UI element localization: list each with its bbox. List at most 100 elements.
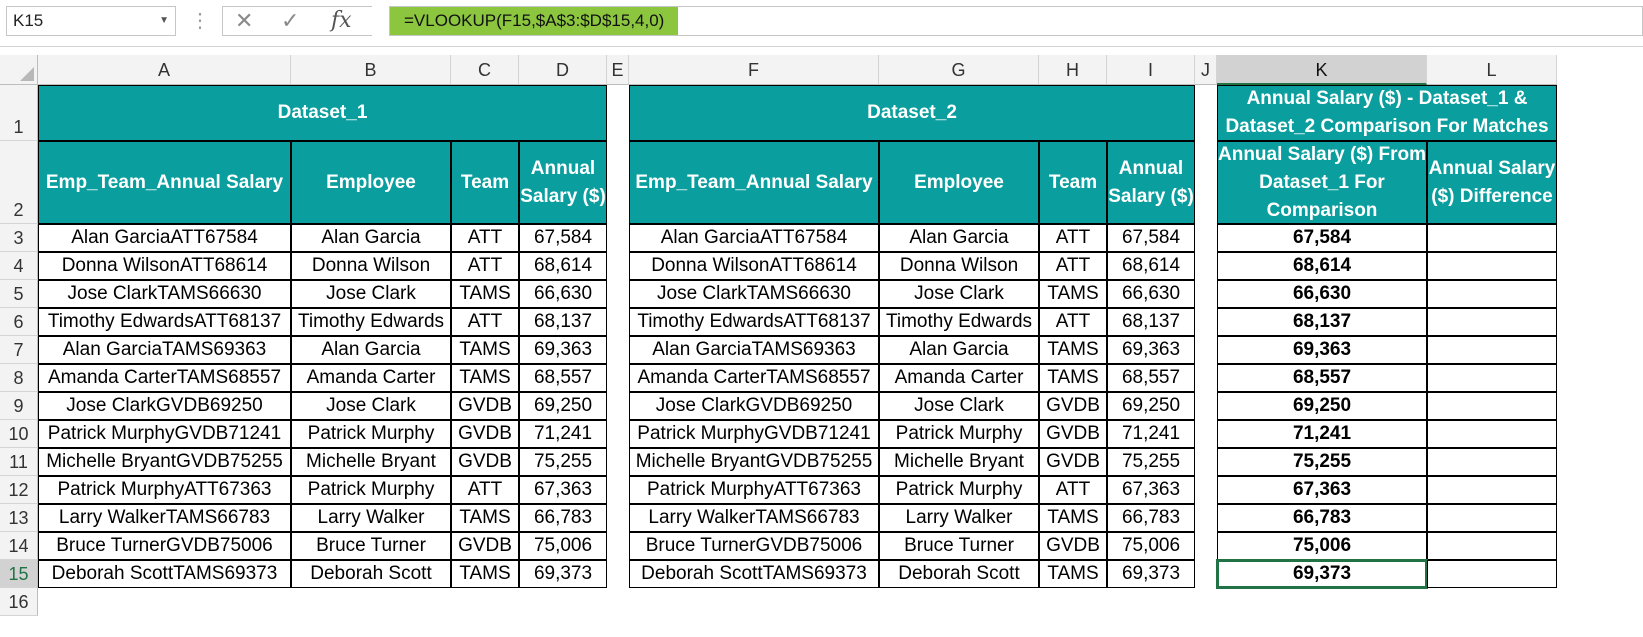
dataset2-cell[interactable]: Larry WalkerTAMS66783 xyxy=(629,504,879,532)
dataset1-cell[interactable]: TAMS xyxy=(451,336,519,364)
comparison-cell-difference[interactable] xyxy=(1427,224,1557,252)
dataset2-cell[interactable]: Alan Garcia xyxy=(879,224,1039,252)
dataset1-cell[interactable]: ATT xyxy=(451,224,519,252)
row-header-7[interactable]: 7 xyxy=(0,336,38,364)
dataset1-cell[interactable]: Patrick MurphyATT67363 xyxy=(38,476,291,504)
column-header-f[interactable]: F xyxy=(629,55,879,85)
dataset1-cell[interactable]: Michelle BryantGVDB75255 xyxy=(38,448,291,476)
name-box[interactable]: K15 ▼ xyxy=(6,6,176,36)
dataset2-cell[interactable]: Patrick Murphy xyxy=(879,476,1039,504)
dataset2-cell[interactable]: GVDB xyxy=(1039,532,1107,560)
comparison-cell-from-dataset1[interactable]: 75,006 xyxy=(1217,532,1427,560)
dataset1-cell[interactable]: Amanda CarterTAMS68557 xyxy=(38,364,291,392)
dataset1-cell[interactable]: Alan GarciaATT67584 xyxy=(38,224,291,252)
dataset1-cell[interactable]: ATT xyxy=(451,308,519,336)
row-header-16[interactable]: 16 xyxy=(0,588,38,616)
comparison-header-difference[interactable]: Annual Salary ($) Difference xyxy=(1427,141,1557,224)
dataset2-cell[interactable]: TAMS xyxy=(1039,336,1107,364)
dataset1-cell[interactable]: Timothy EdwardsATT68137 xyxy=(38,308,291,336)
dataset2-cell[interactable]: 68,137 xyxy=(1107,308,1195,336)
dataset1-cell[interactable]: 71,241 xyxy=(519,420,607,448)
dataset2-cell[interactable]: ATT xyxy=(1039,308,1107,336)
dataset2-cell[interactable]: ATT xyxy=(1039,476,1107,504)
dataset1-cell[interactable]: Patrick Murphy xyxy=(291,420,451,448)
dataset2-cell[interactable]: TAMS xyxy=(1039,560,1107,588)
dataset2-cell[interactable]: TAMS xyxy=(1039,280,1107,308)
comparison-header-from-dataset1[interactable]: Annual Salary ($) From Dataset_1 For Com… xyxy=(1217,141,1427,224)
dataset1-cell[interactable]: Donna WilsonATT68614 xyxy=(38,252,291,280)
comparison-cell-difference[interactable] xyxy=(1427,308,1557,336)
dataset1-cell[interactable]: TAMS xyxy=(451,364,519,392)
comparison-cell-difference[interactable] xyxy=(1427,392,1557,420)
row-header-6[interactable]: 6 xyxy=(0,308,38,336)
dataset1-cell[interactable]: Deborah Scott xyxy=(291,560,451,588)
dataset2-cell[interactable]: Alan GarciaTAMS69363 xyxy=(629,336,879,364)
dataset2-cell[interactable]: Amanda CarterTAMS68557 xyxy=(629,364,879,392)
dataset1-cell[interactable]: 68,614 xyxy=(519,252,607,280)
comparison-cell-from-dataset1[interactable]: 71,241 xyxy=(1217,420,1427,448)
dataset1-cell[interactable]: Amanda Carter xyxy=(291,364,451,392)
dataset1-cell[interactable]: 75,255 xyxy=(519,448,607,476)
dataset2-cell[interactable]: GVDB xyxy=(1039,448,1107,476)
row-header-13[interactable]: 13 xyxy=(0,504,38,532)
select-all-button[interactable] xyxy=(0,55,38,85)
column-header-h[interactable]: H xyxy=(1039,55,1107,85)
dataset2-cell[interactable]: Amanda Carter xyxy=(879,364,1039,392)
dataset1-title[interactable]: Dataset_1 xyxy=(38,85,607,141)
dataset1-cell[interactable]: Larry WalkerTAMS66783 xyxy=(38,504,291,532)
insert-function-icon[interactable]: fx xyxy=(331,9,352,33)
dataset1-cell[interactable]: TAMS xyxy=(451,280,519,308)
dataset2-cell[interactable]: Patrick MurphyATT67363 xyxy=(629,476,879,504)
column-header-a[interactable]: A xyxy=(38,55,291,85)
dataset2-cell[interactable]: 75,006 xyxy=(1107,532,1195,560)
dataset2-cell[interactable]: TAMS xyxy=(1039,364,1107,392)
dataset1-cell[interactable]: 75,006 xyxy=(519,532,607,560)
row-header-5[interactable]: 5 xyxy=(0,280,38,308)
dataset2-cell[interactable]: Patrick MurphyGVDB71241 xyxy=(629,420,879,448)
comparison-cell-from-dataset1[interactable]: 69,363 xyxy=(1217,336,1427,364)
dataset1-cell[interactable]: Jose ClarkTAMS66630 xyxy=(38,280,291,308)
dataset2-cell[interactable]: TAMS xyxy=(1039,504,1107,532)
column-header-l[interactable]: L xyxy=(1427,55,1557,85)
dataset1-cell[interactable]: 66,630 xyxy=(519,280,607,308)
comparison-cell-difference[interactable] xyxy=(1427,280,1557,308)
dataset1-cell[interactable]: Timothy Edwards xyxy=(291,308,451,336)
dataset1-cell[interactable]: GVDB xyxy=(451,420,519,448)
comparison-cell-from-dataset1[interactable]: 69,373 xyxy=(1216,559,1428,589)
dataset1-cell[interactable]: Alan GarciaTAMS69363 xyxy=(38,336,291,364)
dataset2-cell[interactable]: GVDB xyxy=(1039,392,1107,420)
dataset1-cell[interactable]: Patrick Murphy xyxy=(291,476,451,504)
comparison-cell-difference[interactable] xyxy=(1427,420,1557,448)
dataset2-cell[interactable]: Alan GarciaATT67584 xyxy=(629,224,879,252)
column-header-d[interactable]: D xyxy=(519,55,607,85)
dataset2-cell[interactable]: Deborah Scott xyxy=(879,560,1039,588)
cancel-icon[interactable]: ✕ xyxy=(235,9,253,33)
dataset2-cell[interactable]: Donna WilsonATT68614 xyxy=(629,252,879,280)
column-header-e[interactable]: E xyxy=(607,55,629,85)
dataset2-header-team[interactable]: Team xyxy=(1039,141,1107,224)
comparison-cell-difference[interactable] xyxy=(1427,364,1557,392)
dataset1-cell[interactable]: Larry Walker xyxy=(291,504,451,532)
dataset2-cell[interactable]: Larry Walker xyxy=(879,504,1039,532)
dataset1-cell[interactable]: 66,783 xyxy=(519,504,607,532)
comparison-cell-from-dataset1[interactable]: 67,584 xyxy=(1217,224,1427,252)
dataset2-header-annual-salary[interactable]: Annual Salary ($) xyxy=(1107,141,1195,224)
dataset2-cell[interactable]: 67,584 xyxy=(1107,224,1195,252)
dataset2-cell[interactable]: 68,557 xyxy=(1107,364,1195,392)
dataset1-cell[interactable]: 68,137 xyxy=(519,308,607,336)
dataset1-cell[interactable]: Bruce TurnerGVDB75006 xyxy=(38,532,291,560)
dataset1-cell[interactable]: 69,373 xyxy=(519,560,607,588)
dataset2-cell[interactable]: ATT xyxy=(1039,224,1107,252)
dataset1-header-team[interactable]: Team xyxy=(451,141,519,224)
dataset1-cell[interactable]: 69,250 xyxy=(519,392,607,420)
comparison-cell-difference[interactable] xyxy=(1427,476,1557,504)
dataset1-cell[interactable]: Michelle Bryant xyxy=(291,448,451,476)
comparison-cell-from-dataset1[interactable]: 66,630 xyxy=(1217,280,1427,308)
dataset2-cell[interactable]: ATT xyxy=(1039,252,1107,280)
column-header-k[interactable]: K xyxy=(1217,55,1427,85)
comparison-cell-from-dataset1[interactable]: 68,137 xyxy=(1217,308,1427,336)
dataset2-cell[interactable]: 75,255 xyxy=(1107,448,1195,476)
comparison-cell-from-dataset1[interactable]: 67,363 xyxy=(1217,476,1427,504)
row-header-14[interactable]: 14 xyxy=(0,532,38,560)
dataset1-cell[interactable]: 67,363 xyxy=(519,476,607,504)
